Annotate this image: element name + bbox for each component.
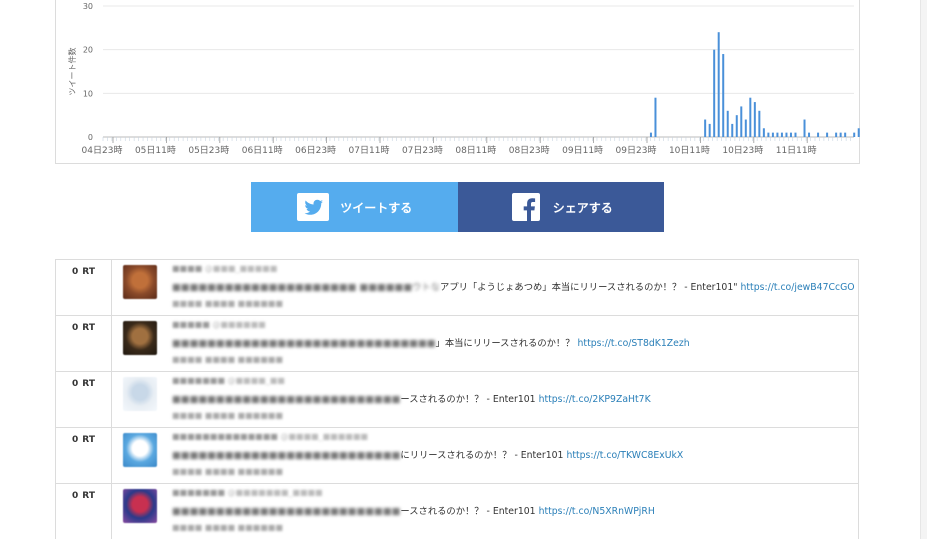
chart-bar (735, 115, 738, 137)
share-button-label: シェアする (552, 200, 613, 215)
chart-bar (722, 54, 725, 137)
retweet-count: 0 RT (56, 316, 112, 371)
chart-bar (835, 132, 838, 137)
tweet-date[interactable]: ■■■■ ■■■■ ■■■■■■ (172, 299, 283, 308)
chart-bar (649, 132, 652, 137)
retweet-count: 0 RT (56, 428, 112, 483)
x-tick-label: 06日23時 (295, 145, 336, 156)
x-tick-label: 08日11時 (455, 145, 496, 156)
x-tick-label: 10日23時 (722, 145, 763, 156)
chart-bar (704, 119, 707, 137)
avatar[interactable] (123, 377, 157, 411)
chart-bar (857, 128, 860, 137)
tweet-row: 0 RT ■■■■■■■ @■■■■■■■_■■■■ ■■■■■■■■■■■■■■… (55, 484, 859, 539)
chart-bar (717, 32, 720, 138)
tweet-link[interactable]: https://t.co/N5XRnWPjRH (539, 506, 655, 517)
tweet-date[interactable]: ■■■■ ■■■■ ■■■■■■ (172, 467, 283, 476)
tweet-row: 0 RT ■■■■■■■■■■■■■■ @■■■■_■■■■■■ ■■■■■■■■… (55, 428, 859, 484)
y-tick-label: 30 (83, 2, 93, 11)
x-tick-label: 07日23時 (402, 145, 443, 156)
tweet-row: 0 RT ■■■■ @■■■_■■■■■ ■■■■■■■■■■■■■■■■■■■■… (55, 260, 859, 316)
tweet-date[interactable]: ■■■■ ■■■■ ■■■■■■ (172, 411, 283, 420)
chart-bar (808, 132, 811, 137)
x-tick-label: 04日23時 (82, 145, 123, 156)
chart-bar (844, 132, 847, 137)
chart-bar (758, 110, 761, 137)
avatar[interactable] (123, 433, 157, 467)
retweet-count: 0 RT (56, 484, 112, 539)
y-axis-label: ツイート件数 (67, 48, 77, 96)
chart-bar (826, 132, 829, 137)
tweet-text: ■■■■■■■■■■■■■■■■■■■■■■■■■■■■■■」本当にリリースされ… (172, 338, 690, 349)
x-tick-label: 05日11時 (135, 145, 176, 156)
share-buttons: ツイートする シェアする (251, 182, 664, 232)
chart-bar (789, 132, 792, 137)
chart-bar (654, 97, 657, 137)
facebook-icon (509, 192, 543, 222)
x-tick-label: 06日11時 (242, 145, 283, 156)
x-tick-label: 11日11時 (776, 145, 817, 156)
share-button[interactable]: シェアする (457, 182, 664, 232)
x-tick-label: 09日23時 (616, 145, 657, 156)
avatar[interactable] (123, 265, 157, 299)
x-tick-label: 10日11時 (669, 145, 710, 156)
x-tick-label: 05日23時 (188, 145, 229, 156)
tweet-text: ■■■■■■■■■■■■■■■■■■■■■■■■■■ースされるのか！？ - En… (172, 394, 651, 405)
tweet-link[interactable]: https://t.co/jewB47CcGO (741, 282, 855, 293)
chart-bar (726, 110, 729, 137)
tweet-date[interactable]: ■■■■ ■■■■ ■■■■■■ (172, 355, 283, 364)
chart-bar (753, 102, 756, 137)
tweet-user[interactable]: ■■■■■■■ @■■■■_■■ (172, 376, 285, 385)
y-tick-label: 10 (83, 89, 93, 98)
chart-bar (740, 106, 743, 137)
retweet-count: 0 RT (56, 260, 112, 315)
tweet-user[interactable]: ■■■■■■■ @■■■■■■■_■■■■ (172, 488, 323, 497)
chart-bar (839, 132, 842, 137)
tweet-user[interactable]: ■■■■■■■■■■■■■■ @■■■■_■■■■■■ (172, 432, 368, 441)
tweet-row: 0 RT ■■■■■ @■■■■■■ ■■■■■■■■■■■■■■■■■■■■■■… (55, 316, 859, 372)
chart-bar (731, 123, 734, 137)
tweet-user[interactable]: ■■■■■ @■■■■■■ (172, 320, 266, 329)
tweet-count-chart: 0 10 20 30 ツイート件数 04日23時 05日11時 05日23時 06日11時 06日… (55, 0, 860, 164)
page: 0 10 20 30 ツイート件数 04日23時 05日11時 05日23時 06日11時 06日… (0, 0, 927, 539)
tweet-user[interactable]: ■■■■ @■■■_■■■■■ (172, 264, 277, 273)
avatar[interactable] (123, 321, 157, 355)
scrollbar-track[interactable] (920, 0, 927, 539)
y-tick-label: 0 (88, 133, 93, 142)
chart-bar (785, 132, 788, 137)
tweet-text: ■■■■■■■■■■■■■■■■■■■■■■■■■■にリリースされるのか！？ -… (172, 450, 684, 461)
tweet-text: ■■■■■■■■■■■■■■■■■■■■■■■■■■ースされるのか！？ - En… (172, 506, 655, 517)
chart-bar (771, 132, 774, 137)
chart-bar (749, 97, 752, 137)
chart-bar (762, 128, 765, 137)
tweet-link[interactable]: https://t.co/ST8dK1Zezh (578, 338, 690, 349)
chart-bar (744, 119, 747, 137)
chart-svg: 0 10 20 30 ツイート件数 04日23時 05日11時 05日23時 06日11時 06日… (67, 2, 860, 156)
tweet-list: 0 RT ■■■■ @■■■_■■■■■ ■■■■■■■■■■■■■■■■■■■■… (55, 259, 859, 539)
x-tick-label: 07日11時 (349, 145, 390, 156)
tweet-button[interactable]: ツイートする (251, 182, 458, 232)
chart-bar (776, 132, 779, 137)
x-tick-label: 08日23時 (509, 145, 550, 156)
tweet-text: ■■■■■■■■■■■■■■■■■■■■■ ■■■■■■ウトなアプリ「ようじょあ… (172, 282, 855, 293)
chart-bar (708, 123, 711, 137)
x-tick-label: 09日11時 (562, 145, 603, 156)
chart-bar (794, 132, 797, 137)
tweet-date[interactable]: ■■■■ ■■■■ ■■■■■■ (172, 523, 283, 532)
tweet-link[interactable]: https://t.co/2KP9ZaHt7K (539, 394, 651, 405)
chart-bar (713, 49, 716, 137)
chart-bar (780, 132, 783, 137)
avatar[interactable] (123, 489, 157, 523)
twitter-icon (296, 192, 330, 222)
chart-bar (817, 132, 820, 137)
tweet-link[interactable]: https://t.co/TKWC8ExUkX (566, 450, 683, 461)
chart-bar (767, 132, 770, 137)
tweet-row: 0 RT ■■■■■■■ @■■■■_■■ ■■■■■■■■■■■■■■■■■■■… (55, 372, 859, 428)
chart-bar (803, 119, 806, 137)
y-tick-label: 20 (83, 46, 93, 55)
retweet-count: 0 RT (56, 372, 112, 427)
chart-bar (853, 132, 856, 137)
tweet-button-label: ツイートする (340, 200, 413, 215)
